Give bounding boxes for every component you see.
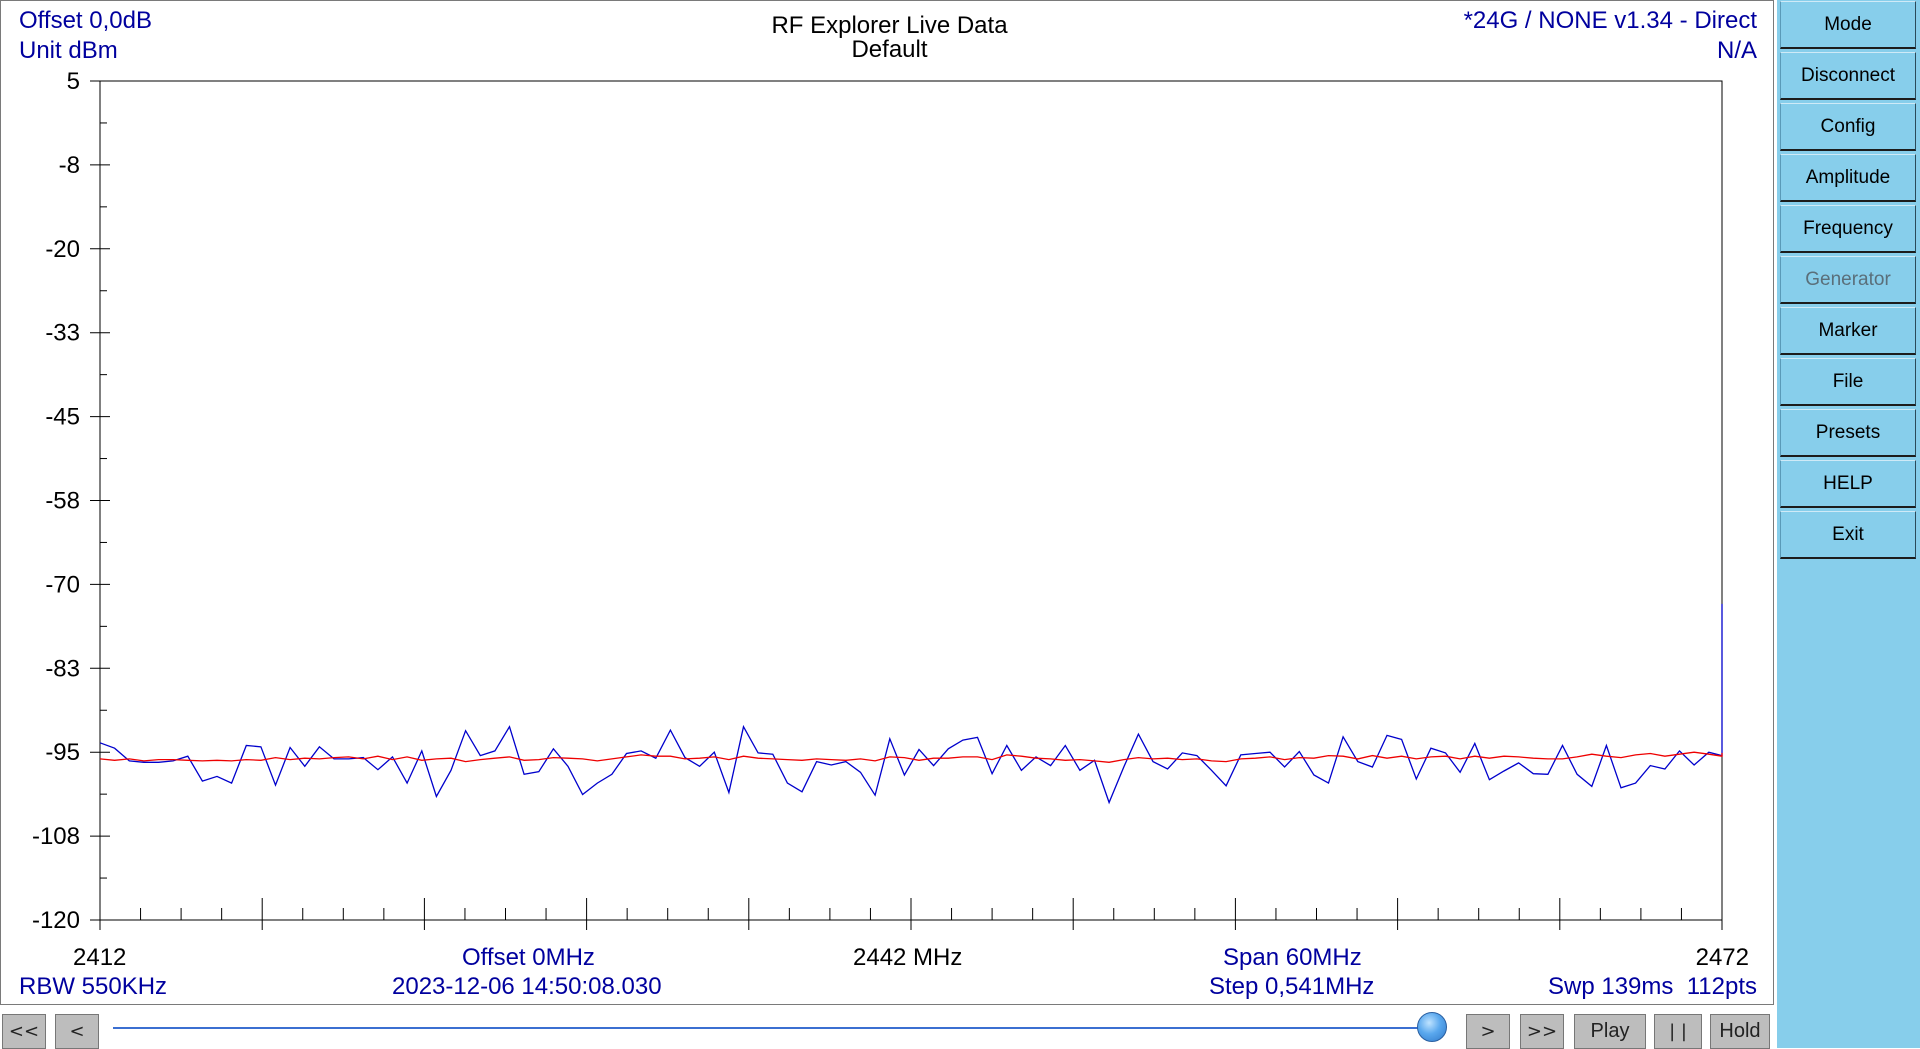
y-tick-label: -70 xyxy=(45,571,80,598)
stop-freq-label: 2472 xyxy=(1695,944,1749,971)
plot-area xyxy=(99,80,1723,921)
marker-button[interactable]: Marker xyxy=(1780,307,1916,355)
step-label: Step 0,541MHz xyxy=(1209,973,1375,1000)
status-label: N/A xyxy=(1716,37,1757,64)
y-tick-label: -120 xyxy=(32,907,80,934)
device-label: *24G / NONE v1.34 - Direct xyxy=(1463,7,1757,34)
play-button[interactable]: Play xyxy=(1574,1014,1646,1049)
y-tick-label: -45 xyxy=(45,404,80,431)
timestamp-label: 2023-12-06 14:50:08.030 xyxy=(392,973,662,1000)
pause-button[interactable]: | | xyxy=(1654,1014,1702,1049)
rbw-label: RBW 550KHz xyxy=(19,973,168,1000)
mode-button[interactable]: Mode xyxy=(1780,1,1916,49)
y-tick-label: -20 xyxy=(45,236,80,263)
amplitude-button[interactable]: Amplitude xyxy=(1780,154,1916,202)
file-button[interactable]: File xyxy=(1780,358,1916,406)
prev-frame-button[interactable]: < xyxy=(55,1014,99,1049)
sweep-label: Swp 139ms 112pts xyxy=(1547,973,1757,1000)
start-freq-label: 2412 xyxy=(73,944,127,971)
last-frame-button[interactable]: >> xyxy=(1520,1014,1564,1049)
center-freq-label: 2442 MHz xyxy=(853,944,963,971)
offset-mhz-label: Offset 0MHz xyxy=(462,944,595,971)
y-tick-label: -95 xyxy=(45,739,80,766)
y-tick-label: -33 xyxy=(45,320,80,347)
disconnect-button[interactable]: Disconnect xyxy=(1780,52,1916,100)
side-menu: Mode Disconnect Config Amplitude Frequen… xyxy=(1777,0,1920,1048)
y-tick-label: -8 xyxy=(59,152,80,179)
chart-panel: 5 -8 -20 -33 -45 -58 -70 -83 -95 -108 -120 Offset … xyxy=(0,0,1774,1005)
y-tick-label: -108 xyxy=(32,823,80,850)
span-label: Span 60MHz xyxy=(1223,944,1362,971)
help-button[interactable]: HELP xyxy=(1780,460,1916,508)
hold-button[interactable]: Hold xyxy=(1710,1014,1770,1049)
presets-button[interactable]: Presets xyxy=(1780,409,1916,457)
playback-slider[interactable] xyxy=(113,1027,1445,1029)
config-button[interactable]: Config xyxy=(1780,103,1916,151)
chart-subtitle: Default xyxy=(851,36,928,63)
playback-slider-thumb[interactable] xyxy=(1416,1012,1447,1042)
y-tick-label: 5 xyxy=(67,68,80,95)
exit-button[interactable]: Exit xyxy=(1780,511,1916,559)
first-frame-button[interactable]: << xyxy=(2,1014,46,1049)
y-tick-label: -58 xyxy=(45,488,80,515)
spectrum-chart: 5 -8 -20 -33 -45 -58 -70 -83 -95 -108 -120 xyxy=(32,68,1723,934)
y-tick-label: -83 xyxy=(45,655,80,682)
frequency-button[interactable]: Frequency xyxy=(1780,205,1916,253)
generator-button[interactable]: Generator xyxy=(1780,256,1916,304)
next-frame-button[interactable]: > xyxy=(1466,1014,1510,1049)
